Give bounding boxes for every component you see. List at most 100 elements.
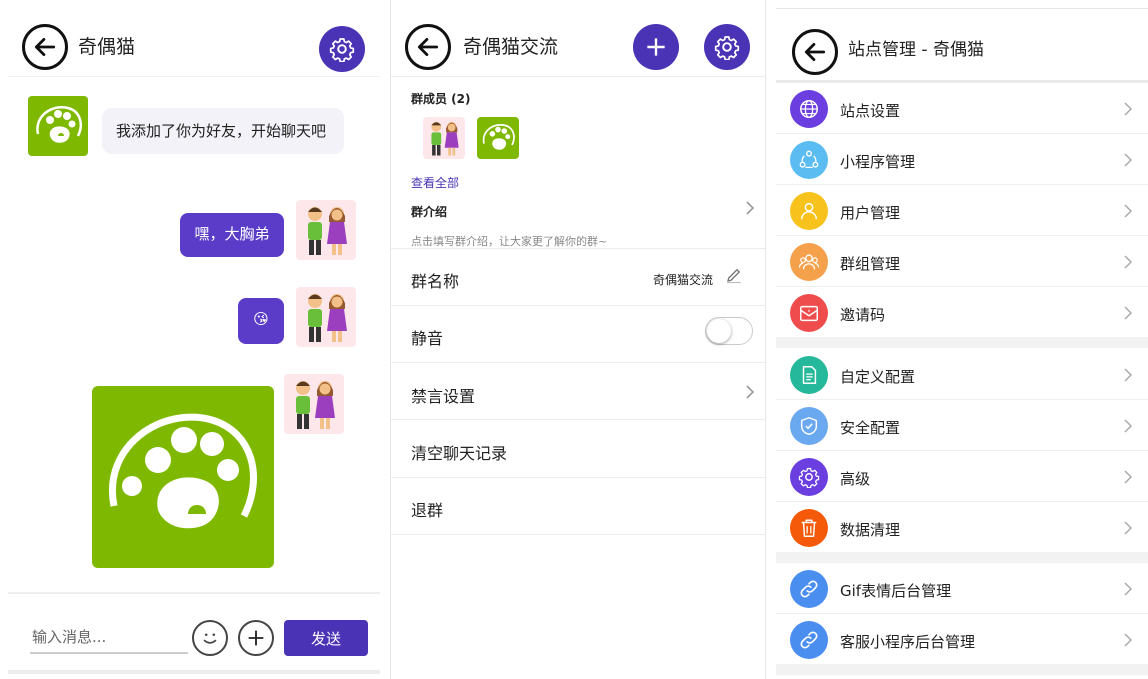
- plus-icon: [248, 630, 264, 646]
- menu-item-groups[interactable]: 群组管理: [776, 237, 1148, 287]
- menu-item-security[interactable]: 安全配置: [776, 401, 1148, 451]
- couple-emoji-icon: [431, 121, 459, 156]
- message-input[interactable]: [30, 622, 188, 654]
- gear-icon: [790, 458, 828, 496]
- chevron-right-icon: [1124, 204, 1133, 218]
- avatar[interactable]: [296, 200, 356, 260]
- chevron-right-icon: [1124, 306, 1133, 320]
- header-divider: [391, 76, 765, 77]
- menu-item-label: 小程序管理: [840, 153, 916, 171]
- quit-group-button[interactable]: 退群: [411, 497, 443, 521]
- chevron-right-icon: [1124, 368, 1133, 382]
- add-member-button[interactable]: [633, 24, 679, 70]
- settings-button[interactable]: [704, 24, 750, 70]
- document-icon: [790, 356, 828, 394]
- chevron-right-icon: [1124, 633, 1133, 647]
- smiley-icon: [203, 633, 217, 644]
- menu-item-label: 自定义配置: [840, 368, 916, 386]
- gear-icon: [714, 36, 740, 60]
- send-button[interactable]: 发送: [284, 620, 368, 656]
- back-button[interactable]: [22, 24, 68, 70]
- chevron-right-icon: [1124, 521, 1133, 535]
- back-button[interactable]: [792, 29, 838, 75]
- back-button[interactable]: [405, 24, 451, 70]
- view-all-link[interactable]: 查看全部: [411, 174, 459, 191]
- mail-icon: [790, 294, 828, 332]
- avatar[interactable]: [296, 287, 356, 347]
- chevron-right-icon: [1124, 102, 1133, 116]
- menu-item-label: 群组管理: [840, 255, 901, 273]
- paw-logo-icon: [36, 105, 82, 143]
- chevron-right-icon: [1124, 582, 1133, 596]
- group-name-label: 群名称: [411, 272, 460, 291]
- admin-header: 站点管理 - 奇偶猫: [776, 0, 1148, 80]
- header-divider: [776, 80, 1148, 83]
- group-name-value: 奇偶猫交流: [653, 273, 714, 287]
- divider: [391, 248, 765, 249]
- menu-item-site-settings[interactable]: 站点设置: [776, 84, 1148, 134]
- link-icon: [790, 621, 828, 659]
- share-network-icon: [790, 141, 828, 179]
- paw-logo-icon: [482, 123, 515, 150]
- members-label: 群成员 (2): [411, 92, 471, 106]
- member-avatar[interactable]: [423, 117, 465, 159]
- menu-item-support-admin[interactable]: 客服小程序后台管理: [776, 615, 1148, 665]
- paw-logo-icon: [109, 413, 257, 529]
- site-admin-panel: 站点管理 - 奇偶猫 站点设置 小程序管理 用户管理 群组管理 邀请码 自定义配…: [776, 0, 1148, 679]
- message-bubble-received: 我添加了你为好友，开始聊天吧: [102, 108, 344, 154]
- plus-icon: [647, 38, 665, 56]
- divider: [391, 419, 765, 420]
- menu-item-data-cleanup[interactable]: 数据清理: [776, 503, 1148, 553]
- menu-item-label: 用户管理: [840, 204, 901, 222]
- chevron-right-icon: [1124, 470, 1133, 484]
- menu-item-invite-code[interactable]: 邀请码: [776, 288, 1148, 338]
- chat-panel: 奇偶猫 我添加了你为好友，开始聊天吧 嘿，大胸弟 😘 输入消息... 发送: [8, 0, 380, 679]
- section-gap: [776, 338, 1148, 348]
- avatar[interactable]: [28, 96, 88, 156]
- menu-item-label: 客服小程序后台管理: [840, 633, 976, 651]
- message-bubble-sent: 嘿，大胸弟: [180, 213, 284, 257]
- divider: [391, 534, 765, 535]
- avatar[interactable]: [284, 374, 344, 434]
- menu-item-miniprogram[interactable]: 小程序管理: [776, 135, 1148, 185]
- section-gap: [776, 665, 1148, 675]
- globe-icon: [790, 90, 828, 128]
- divider: [391, 477, 765, 478]
- couple-emoji-icon: [308, 207, 347, 255]
- menu-item-label: 安全配置: [840, 419, 901, 437]
- clear-history-button[interactable]: 清空聊天记录: [411, 440, 507, 464]
- couple-emoji-icon: [308, 294, 347, 342]
- chevron-right-icon: [1124, 153, 1133, 167]
- chevron-right-icon: [746, 201, 755, 215]
- arrow-left-icon: [34, 38, 56, 56]
- menu-item-users[interactable]: 用户管理: [776, 186, 1148, 236]
- divider: [391, 362, 765, 363]
- header-divider: [8, 76, 380, 77]
- member-avatar[interactable]: [477, 117, 519, 159]
- mute-toggle[interactable]: [705, 317, 753, 345]
- menu-item-custom-config[interactable]: 自定义配置: [776, 350, 1148, 400]
- image-message[interactable]: [92, 386, 274, 568]
- message-composer: 发送: [8, 592, 380, 679]
- group-header: 奇偶猫交流: [391, 0, 765, 80]
- divider: [391, 305, 765, 306]
- menu-item-label: 邀请码: [840, 306, 886, 324]
- attach-button[interactable]: [238, 620, 274, 656]
- pencil-icon: [727, 268, 741, 284]
- menu-item-advanced[interactable]: 高级: [776, 452, 1148, 502]
- mute-label: 静音: [411, 329, 444, 348]
- group-intro-label: 群介绍: [411, 205, 448, 219]
- chat-header: 奇偶猫: [8, 0, 380, 80]
- page-title: 奇偶猫: [78, 36, 136, 58]
- emoji-button[interactable]: [192, 620, 228, 656]
- settings-button[interactable]: [319, 26, 365, 72]
- arrow-left-icon: [804, 43, 826, 61]
- user-icon: [790, 192, 828, 230]
- menu-item-label: 高级: [840, 470, 871, 488]
- group-settings-panel: 奇偶猫交流 群成员 (2) 查看全部 群介绍 点击填写群介绍，让大家更了解你的群…: [390, 0, 766, 679]
- gear-icon: [329, 38, 355, 62]
- menu-item-label: Gif表情后台管理: [840, 582, 952, 600]
- section-gap: [776, 553, 1148, 563]
- menu-item-gif-admin[interactable]: Gif表情后台管理: [776, 564, 1148, 614]
- arrow-left-icon: [417, 38, 439, 56]
